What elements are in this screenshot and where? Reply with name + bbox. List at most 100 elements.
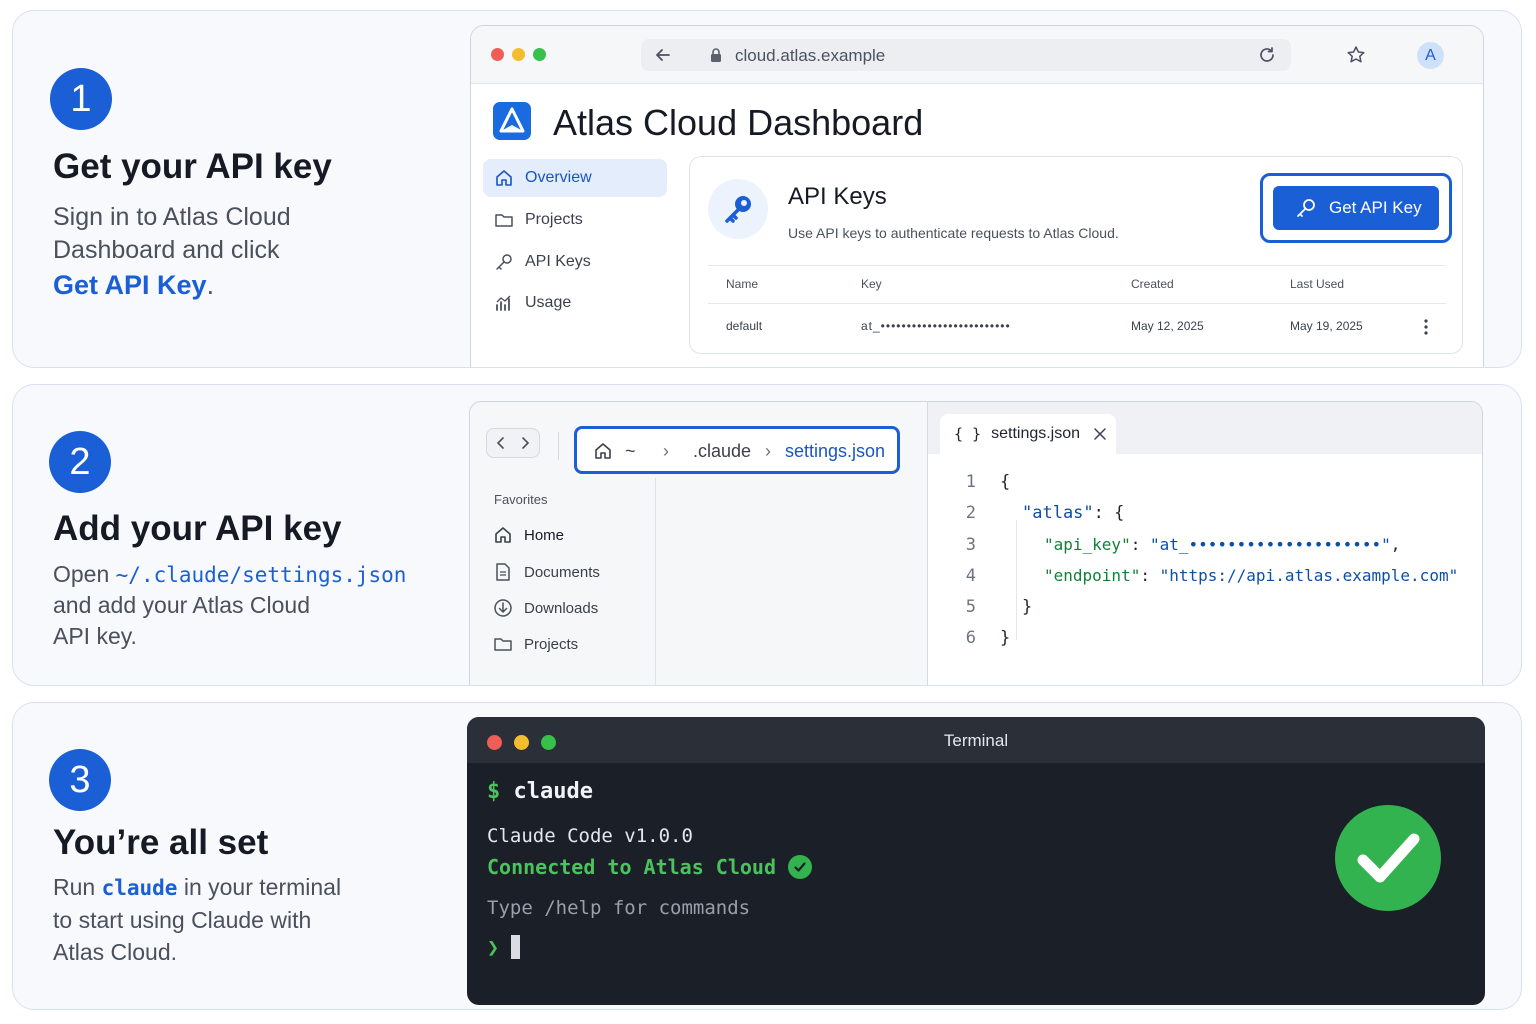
- tab-settings-json[interactable]: { } settings.json: [940, 414, 1116, 454]
- json-punct: :: [1140, 566, 1160, 585]
- desc-text: in your terminal: [183, 874, 342, 900]
- step-title: You’re all set: [53, 823, 269, 862]
- success-check-icon: [1335, 805, 1441, 911]
- get-api-key-highlight: Get API Key: [53, 269, 207, 300]
- breadcrumb[interactable]: ~ › .claude › settings.json: [574, 426, 900, 474]
- cell-last-used: May 19, 2025: [1290, 319, 1363, 333]
- code-text: "endpoint": "https://api.atlas.example.c…: [1044, 566, 1458, 585]
- breadcrumb-item-settings[interactable]: settings.json: [785, 441, 885, 462]
- terminal-command: claude: [513, 779, 593, 804]
- terminal-title: Terminal: [943, 731, 1009, 750]
- get-api-key-button[interactable]: Get API Key: [1273, 186, 1439, 230]
- step-description: Sign in to Atlas Cloud Dashboard and cli…: [53, 201, 453, 303]
- desc-line: Sign in to Atlas Cloud: [53, 203, 291, 231]
- get-api-key-highlight-outline: Get API Key: [1260, 173, 1452, 243]
- favorites-label: Favorites: [494, 492, 548, 507]
- desc-line: Atlas Cloud.: [53, 939, 178, 966]
- key-icon: [725, 196, 751, 223]
- browser-window: cloud.atlas.example A Atlas Cloud Dashbo…: [470, 25, 1484, 367]
- chevron-right-icon[interactable]: [515, 433, 535, 453]
- home-icon[interactable]: [591, 439, 615, 463]
- chart-icon: [493, 292, 515, 314]
- back-arrow-icon[interactable]: [653, 45, 673, 65]
- divider: [708, 265, 1446, 266]
- api-keys-card: API Keys Use API keys to authenticate re…: [689, 156, 1463, 354]
- sidebar-item-label: Usage: [525, 294, 572, 311]
- divider: [708, 303, 1446, 304]
- code-editor-window: { } settings.json 1 { 2 "atlas": { 3 "ap…: [927, 401, 1483, 685]
- sidebar-item-overview[interactable]: Overview: [483, 159, 667, 197]
- lock-icon: [707, 46, 725, 64]
- indent-guide: [1016, 520, 1017, 640]
- column-header-name: Name: [726, 277, 759, 291]
- terminal-command-line: $ claude: [487, 779, 593, 804]
- desc-line: Run claude in your terminal: [53, 871, 453, 904]
- breadcrumb-item-claude[interactable]: .claude: [693, 441, 751, 462]
- browser-toolbar: cloud.atlas.example A: [471, 26, 1483, 84]
- step-3-panel: 3 You’re all set Run claude in your term…: [12, 702, 1522, 1010]
- desc-text: Run: [53, 874, 96, 900]
- sidebar-item-home[interactable]: Home: [492, 524, 564, 546]
- dashboard-title: Atlas Cloud Dashboard: [553, 102, 924, 143]
- line-number: 6: [965, 628, 976, 648]
- key-icon: [493, 251, 515, 273]
- avatar[interactable]: A: [1417, 42, 1444, 69]
- key-badge: [708, 179, 768, 239]
- cell-key: at_•••••••••••••••••••••••••: [861, 319, 1011, 333]
- folder-icon: [493, 209, 515, 231]
- breadcrumb-item-home[interactable]: ~: [625, 441, 636, 462]
- desc-text: Open: [53, 561, 110, 587]
- desc-line: to start using Claude with: [53, 906, 312, 933]
- desc-line: Dashboard and click: [53, 236, 280, 265]
- input-prompt-chevron-icon: ❯: [487, 935, 500, 959]
- window-minimize-button[interactable]: [512, 48, 525, 61]
- column-header-key: Key: [861, 277, 882, 291]
- json-punct: ,: [1390, 535, 1401, 554]
- reload-icon[interactable]: [1257, 45, 1277, 65]
- connected-text: Connected to Atlas Cloud: [487, 855, 776, 879]
- terminal-titlebar: Terminal: [467, 717, 1485, 763]
- window-close-button[interactable]: [491, 48, 504, 61]
- sidebar-item-documents[interactable]: Documents: [492, 561, 600, 583]
- step-number-badge: 2: [49, 431, 111, 493]
- sidebar-item-label: API Keys: [525, 253, 591, 270]
- sidebar-item-api-keys[interactable]: API Keys: [483, 243, 667, 281]
- line-number: 5: [965, 597, 976, 617]
- card-subtitle: Use API keys to authenticate requests to…: [788, 225, 1119, 241]
- url-text: cloud.atlas.example: [735, 46, 886, 65]
- json-braces-icon: { }: [954, 425, 982, 443]
- sidebar-item-label: Home: [524, 526, 565, 544]
- document-icon: [492, 561, 514, 583]
- window-maximize-button[interactable]: [533, 48, 546, 61]
- code-text: }: [1000, 628, 1011, 648]
- key-icon: [1295, 197, 1317, 219]
- explorer-content: [657, 478, 927, 685]
- sidebar-item-label: Projects: [524, 635, 579, 653]
- step-1-panel: 1 Get your API key Sign in to Atlas Clou…: [12, 10, 1522, 368]
- code-text: {: [1000, 472, 1011, 492]
- more-options-icon[interactable]: [1414, 317, 1438, 337]
- sidebar-item-projects[interactable]: Projects: [483, 201, 667, 239]
- tab-label: settings.json: [991, 425, 1081, 442]
- cell-created: May 12, 2025: [1131, 319, 1204, 333]
- star-bookmark-icon[interactable]: [1345, 44, 1367, 66]
- terminal-help-output: Type /help for commands: [487, 897, 751, 919]
- desc-line: Open ~/.claude/settings.json: [53, 559, 453, 590]
- sidebar-item-usage[interactable]: Usage: [483, 284, 667, 322]
- sidebar-item-projects[interactable]: Projects: [492, 633, 578, 655]
- nav-buttons: [486, 428, 540, 458]
- claude-command-highlight: claude: [101, 876, 178, 900]
- sidebar-item-downloads[interactable]: Downloads: [492, 597, 598, 619]
- close-icon[interactable]: [1092, 426, 1108, 442]
- address-bar[interactable]: cloud.atlas.example: [641, 39, 1291, 71]
- desc-line: and add your Atlas Cloud: [53, 592, 311, 619]
- button-label: Get API Key: [1329, 198, 1422, 217]
- step-description: Run claude in your terminal to start usi…: [53, 871, 453, 969]
- terminal-input-cursor[interactable]: [511, 935, 520, 959]
- sidebar-item-label: Downloads: [524, 599, 599, 617]
- line-number: 1: [965, 472, 976, 492]
- download-icon: [492, 597, 514, 619]
- sidebar-item-label: Overview: [525, 169, 592, 186]
- chevron-left-icon[interactable]: [491, 433, 511, 453]
- card-title: API Keys: [788, 183, 887, 210]
